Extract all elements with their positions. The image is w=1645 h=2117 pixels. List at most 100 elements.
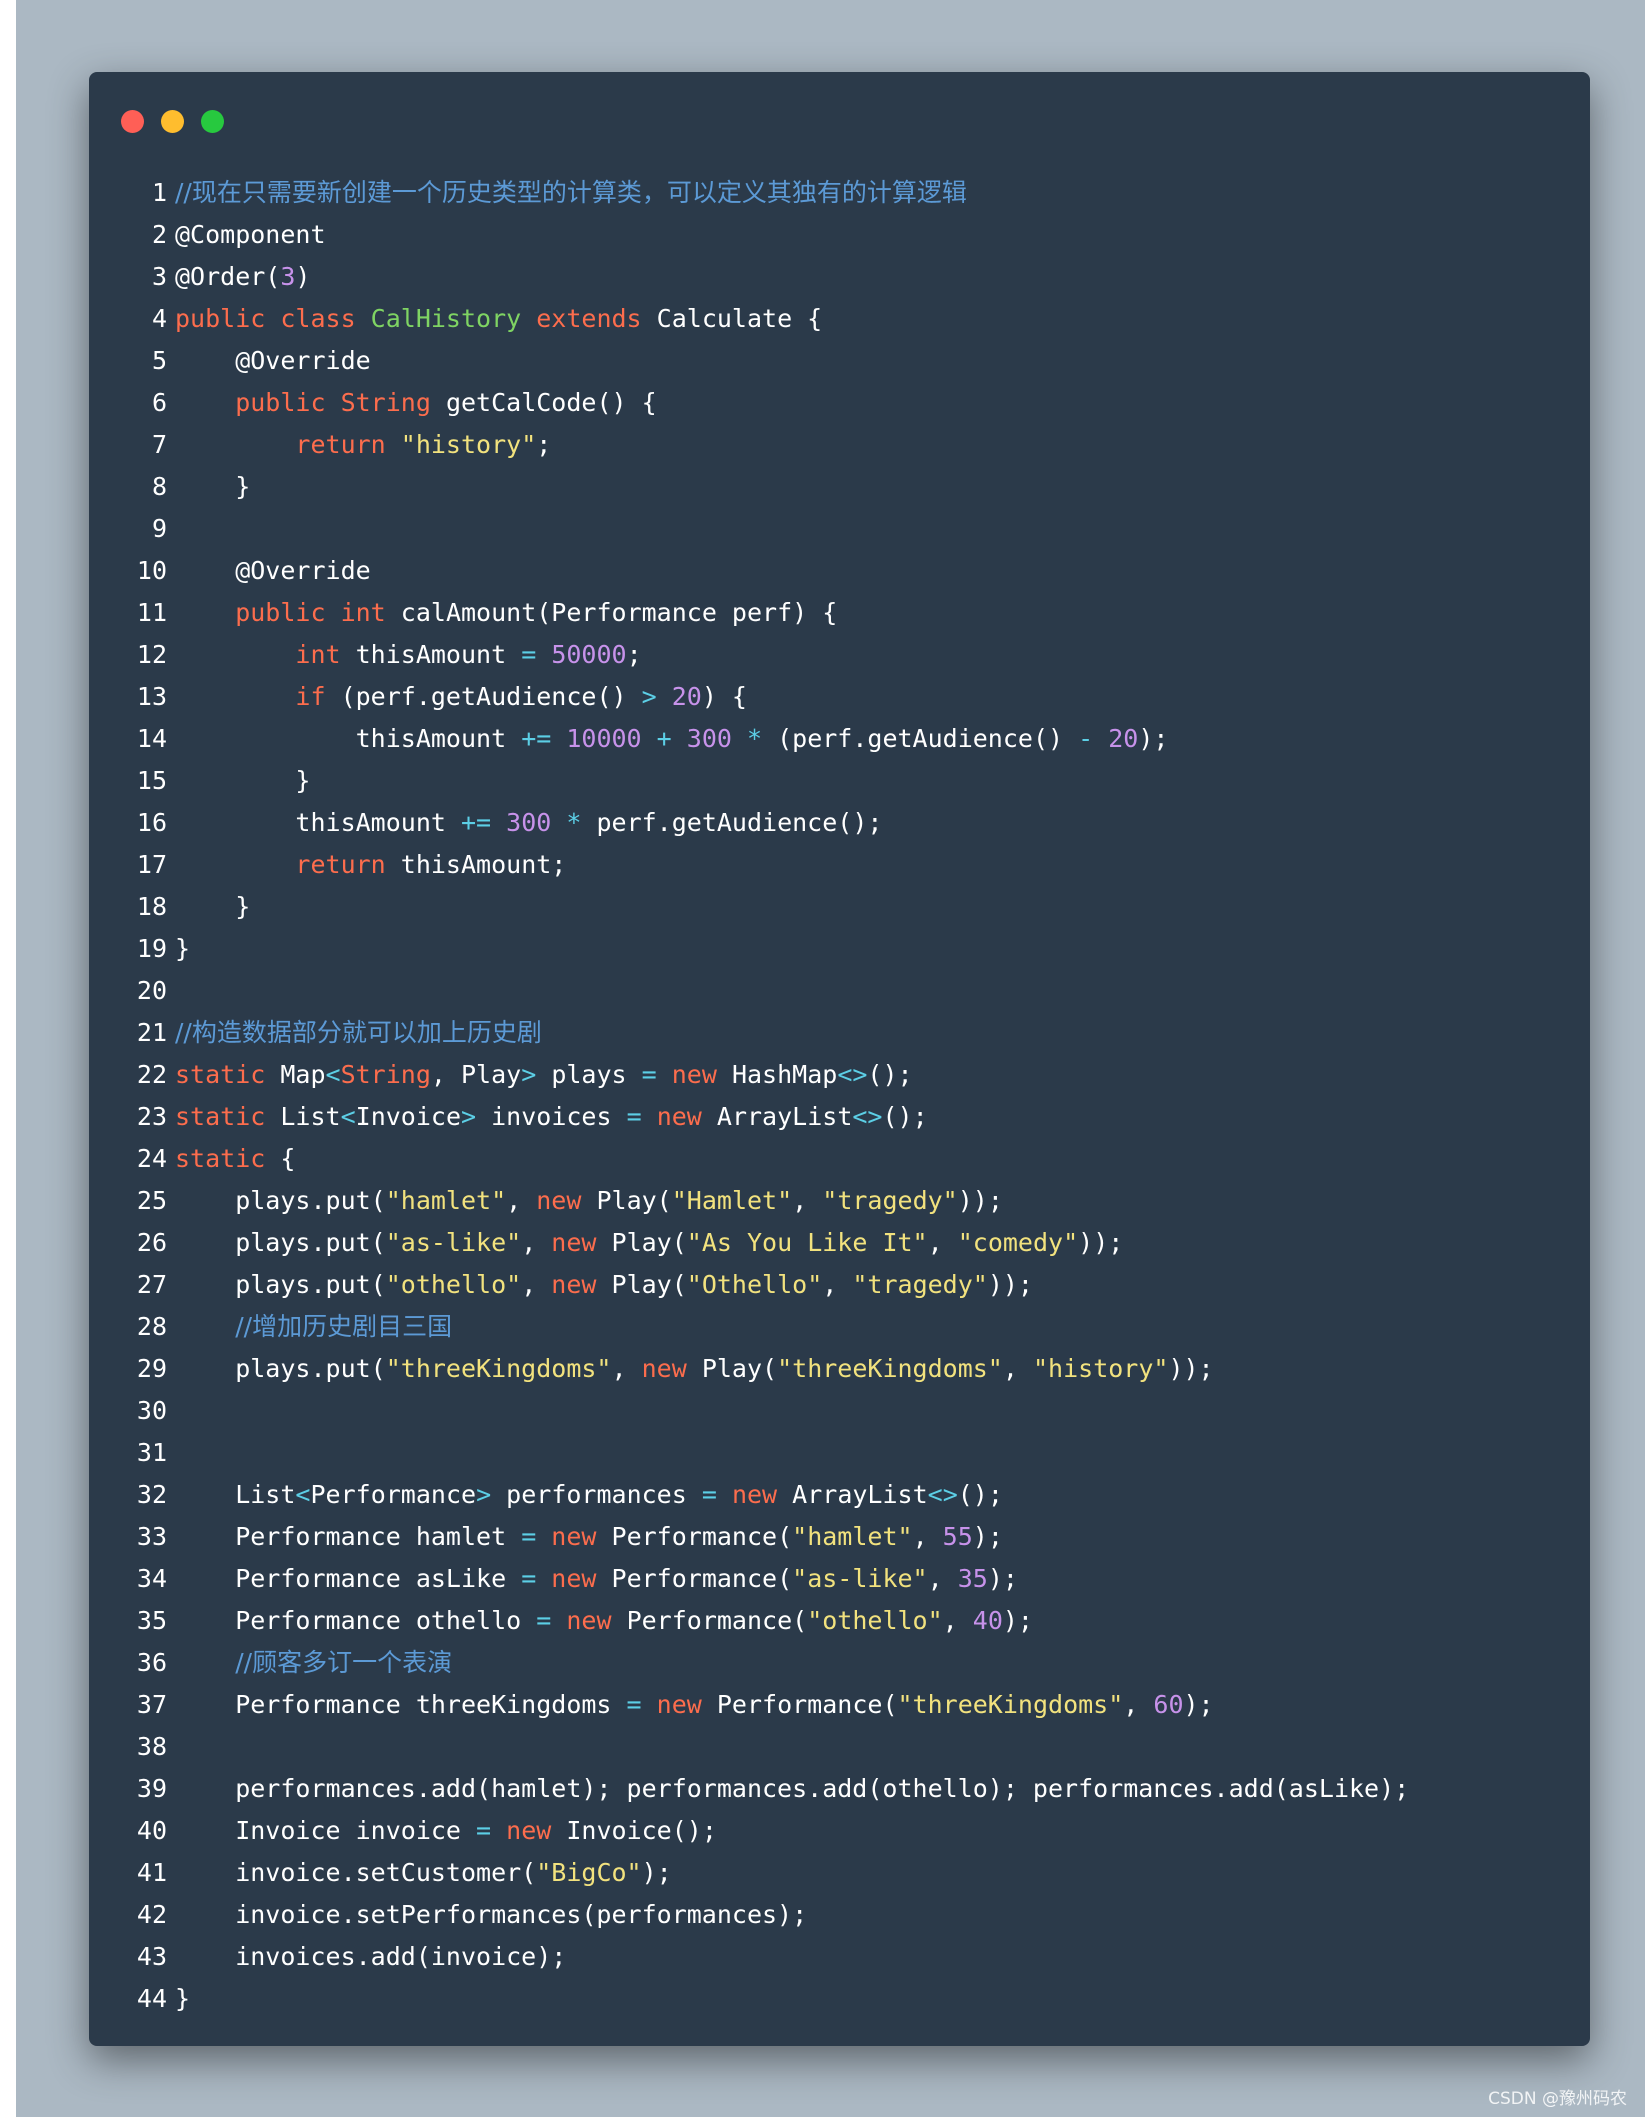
code-token: , [927,1564,958,1593]
code-line: 22 static Map<String, Play> plays = new H… [89,1054,1590,1096]
code-text: public String getCalCode() { [175,382,656,424]
code-token: return [175,430,401,459]
line-number: 19 [136,934,167,963]
code-token: * [566,808,597,837]
code-token: "Hamlet" [671,1186,793,1215]
code-line: 23 static List<Invoice> invoices = new Ar… [89,1096,1590,1138]
maximize-dot-icon[interactable] [201,110,224,133]
code-token: < [340,1102,356,1131]
code-line: 29 plays.put("threeKingdoms", new Play("… [89,1348,1590,1390]
code-token: 35 [957,1564,988,1593]
code-token: 50000 [551,640,627,669]
code-token: 3 [280,262,296,291]
code-token: Invoice invoice [175,1816,477,1845]
code-text: //顾客多订一个表演 [175,1642,452,1684]
line-number: 30 [136,1396,167,1425]
code-token: int [340,598,401,627]
line-number: 37 [136,1690,167,1719]
code-token: @Override [175,556,371,585]
code-line: 13 if (perf.getAudience() > 20) { [89,676,1590,718]
code-line: 27 plays.put("othello", new Play("Othell… [89,1264,1590,1306]
code-line: 30 [89,1390,1590,1432]
code-token: new [671,1060,732,1089]
code-line: 36 //顾客多订一个表演 [89,1642,1590,1684]
code-token: , [521,1228,552,1257]
code-token: + [656,724,687,753]
close-dot-icon[interactable] [121,110,144,133]
line-number: 18 [136,892,167,921]
code-token: public [175,388,341,417]
code-token: Map [280,1060,326,1089]
code-token: invoice.setCustomer( [175,1858,537,1887]
code-token: "as-like" [385,1228,522,1257]
code-token: > [521,1060,552,1089]
code-line: 44} [89,1978,1590,2020]
code-token: String [340,1060,431,1089]
code-token: = [626,1690,657,1719]
code-line: 24 static { [89,1138,1590,1180]
code-token: invoices.add(invoice); [175,1942,567,1971]
code-token: Play( [611,1228,687,1257]
code-token: List [175,1480,296,1509]
line-number: 31 [136,1438,167,1467]
code-token: Performance asLike [175,1564,522,1593]
line-number: 3 [151,262,167,291]
code-token: plays.put( [175,1270,386,1299]
code-text: Performance asLike = new Performance("as… [175,1558,1018,1600]
code-token: (perf.getAudience() [777,724,1079,753]
code-line: 2 @Component [89,214,1590,256]
code-token: ; [536,430,552,459]
code-text: @Override [175,340,370,382]
code-line: 31 [89,1432,1590,1474]
code-token: extends [536,304,657,333]
line-number: 33 [136,1522,167,1551]
line-number: 38 [136,1732,167,1761]
code-token: "history" [1032,1354,1169,1383]
line-number: 43 [136,1942,167,1971]
code-token: thisAmount [175,808,461,837]
code-token: "threeKingdoms" [897,1690,1124,1719]
code-text: Performance threeKingdoms = new Performa… [175,1684,1213,1726]
line-number: 5 [151,346,167,375]
code-text: } [175,886,250,928]
code-token: HashMap [731,1060,838,1089]
code-token: > [476,1480,507,1509]
code-token: <> [837,1060,868,1089]
code-line: 38 [89,1726,1590,1768]
code-token: //增加历史剧目三国 [235,1312,453,1341]
code-token: "tragedy" [822,1186,958,1215]
code-text: return "history"; [175,424,551,466]
code-token: } [175,892,251,921]
line-number: 35 [136,1606,167,1635]
code-token: } [175,472,251,501]
code-line: 35 Performance othello = new Performance… [89,1600,1590,1642]
code-text: } [175,1978,190,2020]
code-text: plays.put("hamlet", new Play("Hamlet", "… [175,1180,1003,1222]
line-number: 44 [136,1984,167,2013]
code-token: static [175,1060,281,1089]
code-line: 41 invoice.setCustomer("BigCo"); [89,1852,1590,1894]
code-text: List<Performance> performances = new Arr… [175,1474,1003,1516]
code-token: += [460,808,507,837]
line-number: 23 [136,1102,167,1131]
code-token: new [551,1228,612,1257]
code-token: Invoice(); [566,1816,717,1845]
code-text: static List<Invoice> invoices = new Arra… [175,1096,928,1138]
line-number: 20 [136,976,167,1005]
code-token: "history" [400,430,537,459]
code-token: = [701,1480,732,1509]
code-token: 20 [671,682,702,711]
code-line: 39 performances.add(hamlet); performance… [89,1768,1590,1810]
code-text: static { [175,1138,295,1180]
code-token: = [521,1522,552,1551]
minimize-dot-icon[interactable] [161,110,184,133]
code-token: ArrayList [792,1480,928,1509]
code-token: performances [506,1480,702,1509]
code-token: static [175,1144,281,1173]
code-token: < [325,1060,341,1089]
code-text: if (perf.getAudience() > 20) { [175,676,747,718]
code-token: { [280,1144,296,1173]
line-number: 14 [136,724,167,753]
code-token: "hamlet" [385,1186,507,1215]
